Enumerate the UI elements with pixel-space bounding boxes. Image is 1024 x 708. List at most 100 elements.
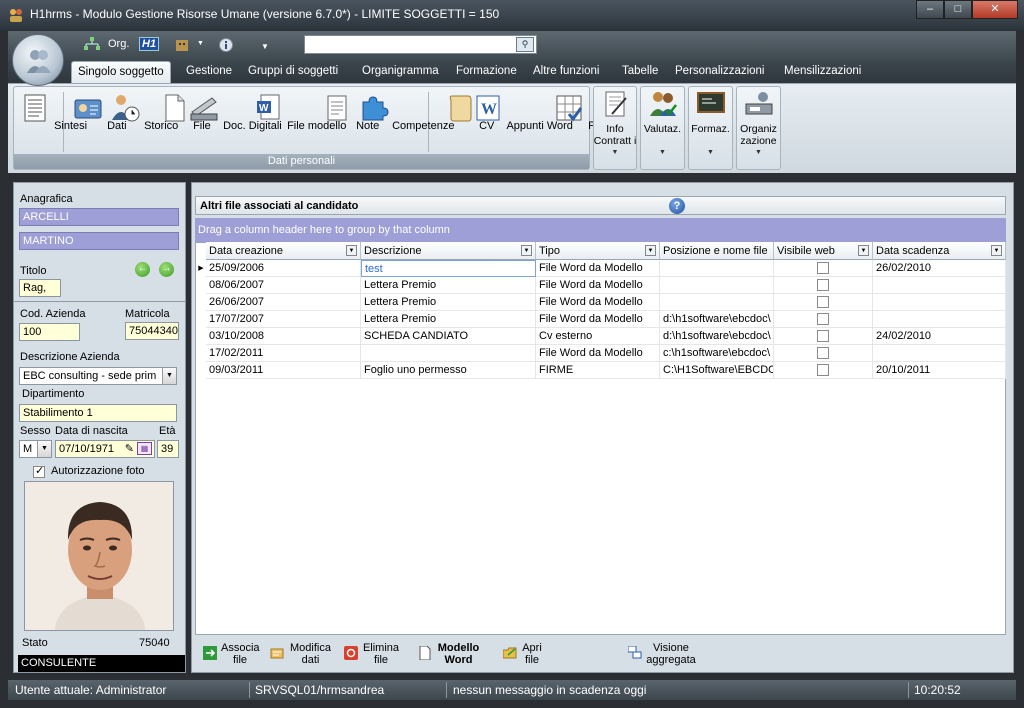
table-cell-scadenza[interactable] (873, 277, 1006, 294)
titolo-field[interactable]: Rag, (19, 279, 61, 297)
info-icon[interactable] (219, 38, 233, 52)
customize-toolbar-icon[interactable]: ▼ (261, 42, 269, 51)
application-menu-button[interactable] (12, 34, 64, 86)
filter-dropdown-icon[interactable]: ▼ (645, 245, 656, 256)
visione-aggregata-button[interactable]: Visione aggregata (628, 642, 696, 666)
org-chart-icon[interactable] (84, 37, 100, 51)
name-field[interactable]: MARTINO (19, 232, 179, 250)
table-cell-data[interactable]: 25/09/2006 (206, 260, 361, 277)
table-cell-posizione[interactable]: d:\h1software\ebcdoc\ (660, 311, 774, 328)
minimize-button[interactable]: – (916, 0, 944, 19)
chevron-down-icon[interactable]: ▼ (162, 368, 176, 384)
close-button[interactable]: ✕ (972, 0, 1018, 19)
cod-azienda-field[interactable]: 100 (19, 323, 80, 341)
filter-dropdown-icon[interactable]: ▼ (858, 245, 869, 256)
org-label[interactable]: Org. (108, 38, 129, 50)
visibile-web-checkbox[interactable] (817, 330, 829, 342)
valutazione-button[interactable]: Valutaz. ▼ (640, 90, 685, 159)
table-cell-tipo[interactable]: File Word da Modello (536, 260, 660, 277)
visibile-web-checkbox[interactable] (817, 262, 829, 274)
visibile-web-checkbox[interactable] (817, 296, 829, 308)
table-cell-descrizione[interactable]: Lettera Premio (361, 311, 536, 328)
table-cell-tipo[interactable]: FIRME (536, 362, 660, 379)
table-cell-descrizione[interactable]: Foglio uno permesso (361, 362, 536, 379)
table-cell-tipo[interactable]: File Word da Modello (536, 294, 660, 311)
tab-organigramma[interactable]: Organigramma (362, 65, 439, 77)
surname-field[interactable]: ARCELLI (19, 208, 179, 226)
calendar-icon[interactable]: ▦ (137, 442, 152, 455)
table-cell-tipo[interactable]: Cv esterno (536, 328, 660, 345)
visibile-web-checkbox[interactable] (817, 313, 829, 325)
table-cell-data[interactable]: 26/06/2007 (206, 294, 361, 311)
modifica-dati-button[interactable]: Modifica dati (270, 642, 333, 666)
modello-word-button[interactable]: Modello Word (419, 642, 481, 666)
associa-file-button[interactable]: Associa file (203, 642, 260, 666)
table-cell-descrizione[interactable]: SCHEDA CANDIATO (361, 328, 536, 345)
descr-azienda-select[interactable]: EBC consulting - sede prim ▼ (19, 367, 177, 385)
table-cell-descrizione[interactable]: Lettera Premio (361, 277, 536, 294)
filter-dropdown-icon[interactable]: ▼ (991, 245, 1002, 256)
column-header-posizione[interactable]: Posizione e nome file (660, 242, 774, 260)
table-cell-scadenza[interactable]: 20/10/2011 (873, 362, 1006, 379)
table-cell-tipo[interactable]: File Word da Modello (536, 345, 660, 362)
table-cell-posizione[interactable]: c:\h1software\ebcdoc\ (660, 345, 774, 362)
table-cell-posizione[interactable] (660, 260, 774, 277)
visibile-web-checkbox[interactable] (817, 347, 829, 359)
table-cell-scadenza[interactable]: 24/02/2010 (873, 328, 1006, 345)
column-header-descrizione[interactable]: Descrizione ▼ (361, 242, 536, 260)
search-input[interactable]: ⚲ (304, 35, 537, 54)
chevron-down-icon[interactable]: ▼ (37, 441, 51, 457)
tab-formazione[interactable]: Formazione (456, 65, 517, 77)
next-record-button[interactable]: → (159, 262, 174, 277)
table-cell-data[interactable]: 17/02/2011 (206, 345, 361, 362)
apri-file-button[interactable]: Apri file (503, 642, 543, 666)
tab-gruppi-di-soggetti[interactable]: Gruppi di soggetti (248, 65, 338, 77)
previous-record-button[interactable]: ← (135, 262, 150, 277)
table-cell-scadenza[interactable] (873, 345, 1006, 362)
competenze-button[interactable]: Competenze (357, 92, 454, 132)
tab-gestione[interactable]: Gestione (186, 65, 232, 77)
help-icon[interactable]: ? (669, 198, 685, 214)
visibile-web-checkbox[interactable] (817, 279, 829, 291)
organizzazione-button[interactable]: Organiz zazione ▼ (736, 90, 781, 159)
column-header-tipo[interactable]: Tipo ▼ (536, 242, 660, 260)
table-cell-data[interactable]: 08/06/2007 (206, 277, 361, 294)
column-header-data-scadenza[interactable]: Data scadenza ▼ (873, 242, 1006, 260)
formazione-button[interactable]: Formaz. ▼ (688, 90, 733, 159)
search-icon[interactable]: ⚲ (516, 37, 534, 52)
table-cell-posizione[interactable] (660, 277, 774, 294)
elimina-file-button[interactable]: Elimina file (344, 642, 400, 666)
table-cell-posizione[interactable]: C:\H1Software\EBCDO (660, 362, 774, 379)
sesso-select[interactable]: M ▼ (19, 440, 52, 458)
h1-logo[interactable]: H1 (139, 37, 160, 51)
edit-icon[interactable]: ✎ (125, 442, 134, 455)
tab-personalizzazioni[interactable]: Personalizzazioni (675, 65, 765, 77)
tab-altre-funzioni[interactable]: Altre funzioni (533, 65, 599, 77)
table-cell-descrizione[interactable]: Lettera Premio (361, 294, 536, 311)
table-cell-tipo[interactable]: File Word da Modello (536, 311, 660, 328)
table-cell-scadenza[interactable] (873, 311, 1006, 328)
chevron-down-icon[interactable]: ▼ (197, 40, 204, 47)
matricola-field[interactable]: 75044340 (125, 322, 179, 340)
column-header-data-creazione[interactable]: Data creazione ▼ (206, 242, 361, 260)
table-cell-posizione[interactable]: d:\h1software\ebcdoc\ (660, 328, 774, 345)
filter-dropdown-icon[interactable]: ▼ (346, 245, 357, 256)
building-icon[interactable] (174, 38, 190, 52)
group-by-panel[interactable]: Drag a column header here to group by th… (195, 218, 1006, 242)
data-nascita-field[interactable]: 07/10/1971 ✎ ▦ (55, 440, 155, 458)
filter-dropdown-icon[interactable]: ▼ (521, 245, 532, 256)
tab-singolo-soggetto[interactable]: Singolo soggetto (71, 61, 171, 84)
table-cell-data[interactable]: 03/10/2008 (206, 328, 361, 345)
table-cell-scadenza[interactable] (873, 294, 1006, 311)
tab-mensilizzazioni[interactable]: Mensilizzazioni (784, 65, 861, 77)
table-cell-descrizione[interactable] (361, 345, 536, 362)
tab-tabelle[interactable]: Tabelle (622, 65, 658, 77)
table-cell-data[interactable]: 09/03/2011 (206, 362, 361, 379)
column-header-visibile-web[interactable]: Visibile web ▼ (774, 242, 873, 260)
dipartimento-field[interactable]: Stabilimento 1 (19, 404, 177, 422)
table-cell-data[interactable]: 17/07/2007 (206, 311, 361, 328)
table-cell-descrizione[interactable]: test (361, 260, 536, 277)
autorizzazione-checkbox[interactable]: ✓ (33, 465, 45, 478)
table-cell-posizione[interactable] (660, 294, 774, 311)
maximize-button[interactable]: □ (944, 0, 972, 19)
